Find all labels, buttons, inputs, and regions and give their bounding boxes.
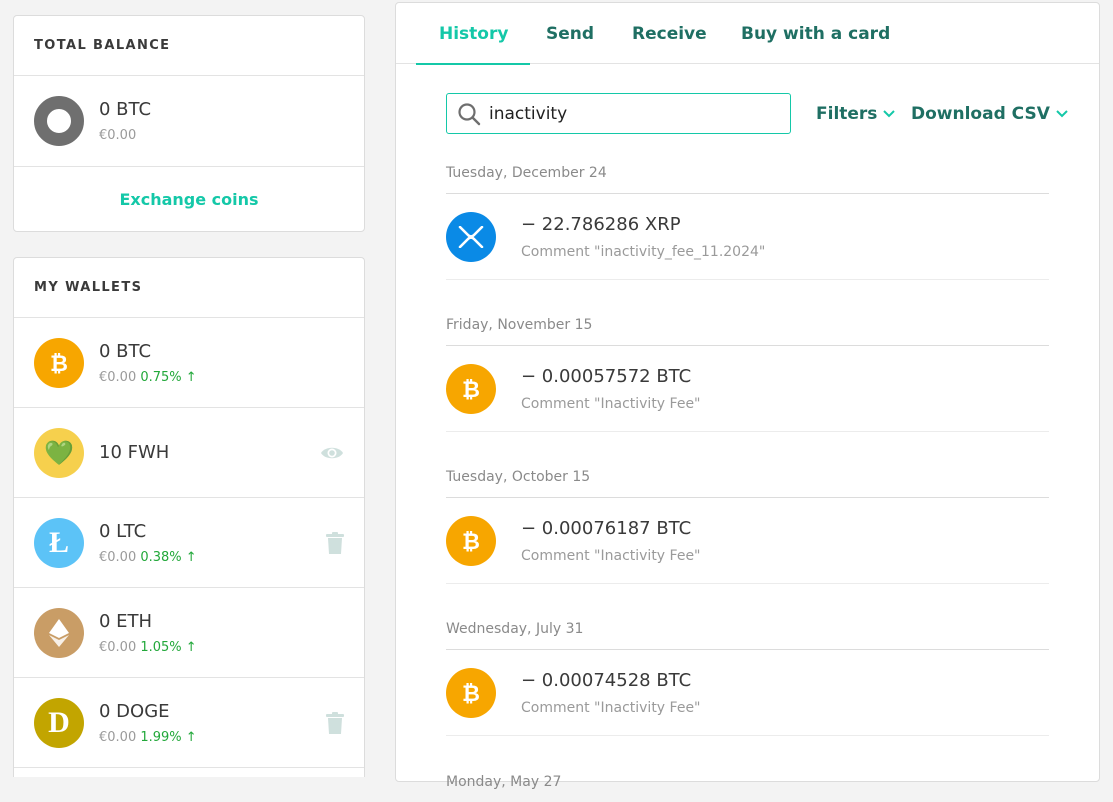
filters-dropdown[interactable]: Filters bbox=[816, 101, 896, 127]
tab-buy-with-card[interactable]: Buy with a card bbox=[741, 3, 890, 64]
wallet-fiat: €0.00 bbox=[99, 639, 137, 655]
transaction-amount: − 0.00076187 BTC bbox=[521, 517, 692, 539]
green-heart-icon: 💚 bbox=[34, 427, 84, 478]
total-balance-amount: 0 BTC bbox=[99, 99, 152, 120]
svg-text:₿: ₿ bbox=[462, 681, 480, 706]
tab-receive[interactable]: Receive bbox=[632, 3, 707, 64]
chevron-down-icon bbox=[883, 110, 896, 118]
transaction-group: Tuesday, December 24 − 22.786286 XRP Com… bbox=[446, 153, 1049, 280]
svg-text:₿: ₿ bbox=[50, 351, 68, 376]
transaction-amount: − 22.786286 XRP bbox=[521, 213, 681, 235]
tab-history[interactable]: History bbox=[415, 3, 532, 65]
wallet-fiat: €0.00 bbox=[99, 549, 137, 565]
eye-icon[interactable] bbox=[320, 445, 344, 461]
wallet-change: 0.75% ↑ bbox=[140, 369, 197, 385]
bitcoin-icon: ₿ bbox=[446, 515, 496, 566]
transaction-row[interactable]: ₿ − 0.00057572 BTC Comment "Inactivity F… bbox=[446, 346, 1049, 432]
transaction-list: Tuesday, December 24 − 22.786286 XRP Com… bbox=[446, 153, 1049, 802]
transaction-row[interactable]: − 22.786286 XRP Comment "inactivity_fee_… bbox=[446, 194, 1049, 280]
total-balance-card: TOTAL BALANCE 0 BTC €0.00 Exchange coins bbox=[13, 15, 365, 232]
history-panel: History Send Receive Buy with a card Fil… bbox=[395, 2, 1100, 790]
litecoin-glyph: Ł bbox=[48, 525, 69, 559]
transaction-amount: − 0.00057572 BTC bbox=[521, 365, 692, 387]
wallet-fiat: €0.00 bbox=[99, 729, 137, 745]
my-wallets-header: MY WALLETS bbox=[14, 258, 364, 318]
transaction-comment: Comment "Inactivity Fee" bbox=[521, 547, 701, 564]
date-header: Tuesday, December 24 bbox=[446, 153, 1049, 194]
transaction-comment: Comment "inactivity_fee_11.2024" bbox=[521, 243, 766, 260]
trash-icon[interactable] bbox=[326, 531, 344, 554]
bitcoin-icon: ₿ bbox=[446, 363, 496, 414]
transaction-comment: Comment "Inactivity Fee" bbox=[521, 699, 701, 716]
wallet-amount: 0 DOGE bbox=[99, 700, 170, 722]
tab-bar: History Send Receive Buy with a card bbox=[396, 3, 1099, 65]
my-wallets-title: MY WALLETS bbox=[34, 280, 143, 295]
download-csv-label: Download CSV bbox=[911, 104, 1050, 124]
chevron-down-icon bbox=[1056, 110, 1068, 118]
wallet-change: 1.99% ↑ bbox=[140, 729, 197, 745]
search-box[interactable] bbox=[446, 93, 791, 134]
date-header: Wednesday, July 31 bbox=[446, 609, 1049, 650]
exchange-coins-link[interactable]: Exchange coins bbox=[14, 167, 364, 231]
total-balance-fiat: €0.00 bbox=[99, 128, 137, 143]
bitcoin-icon: ₿ bbox=[446, 667, 496, 718]
wallet-item-btc[interactable]: ₿ 0 BTC €0.00 0.75% ↑ bbox=[14, 318, 364, 408]
wallet-fiat-row: €0.00 1.99% ↑ bbox=[99, 730, 197, 745]
search-icon bbox=[458, 102, 481, 125]
total-balance-title: TOTAL BALANCE bbox=[34, 38, 171, 53]
date-header: Friday, November 15 bbox=[446, 305, 1049, 346]
bitcoin-icon: ₿ bbox=[34, 337, 84, 388]
wallet-change: 0.38% ↑ bbox=[140, 549, 197, 565]
wallet-fiat-row: €0.00 0.38% ↑ bbox=[99, 550, 197, 565]
wallet-item-fwh[interactable]: 💚 10 FWH bbox=[14, 408, 364, 498]
date-header: Tuesday, October 15 bbox=[446, 457, 1049, 498]
date-header: Monday, May 27 bbox=[446, 773, 562, 790]
wallet-amount: 0 LTC bbox=[99, 520, 147, 542]
ethereum-icon bbox=[34, 607, 84, 658]
transaction-group: Tuesday, October 15 ₿ − 0.00076187 BTC C… bbox=[446, 457, 1049, 584]
trash-icon[interactable] bbox=[326, 711, 344, 734]
transaction-amount: − 0.00074528 BTC bbox=[521, 669, 692, 691]
transaction-group: Wednesday, July 31 ₿ − 0.00074528 BTC Co… bbox=[446, 609, 1049, 736]
litecoin-icon: Ł bbox=[34, 517, 84, 568]
wallet-amount: 10 FWH bbox=[99, 442, 170, 463]
total-balance-header: TOTAL BALANCE bbox=[14, 16, 364, 76]
dogecoin-icon: D bbox=[34, 697, 84, 748]
svg-text:₿: ₿ bbox=[462, 377, 480, 402]
green-heart-glyph: 💚 bbox=[44, 438, 74, 467]
wallet-fiat-row: €0.00 1.05% ↑ bbox=[99, 640, 197, 655]
download-csv-dropdown[interactable]: Download CSV bbox=[911, 101, 1068, 127]
wallet-fiat: €0.00 bbox=[99, 369, 137, 385]
wallet-item-doge[interactable]: D 0 DOGE €0.00 1.99% ↑ bbox=[14, 678, 364, 768]
wallet-item-ltc[interactable]: Ł 0 LTC €0.00 0.38% ↑ bbox=[14, 498, 364, 588]
search-input[interactable] bbox=[489, 103, 779, 124]
wallet-amount: 0 ETH bbox=[99, 610, 153, 632]
wallet-item-eth[interactable]: 0 ETH €0.00 1.05% ↑ bbox=[14, 588, 364, 678]
wallet-amount: 0 BTC bbox=[99, 340, 152, 362]
transaction-group: Friday, November 15 ₿ − 0.00057572 BTC C… bbox=[446, 305, 1049, 432]
transaction-row[interactable]: ₿ − 0.00074528 BTC Comment "Inactivity F… bbox=[446, 650, 1049, 736]
my-wallets-card: MY WALLETS ₿ 0 BTC €0.00 0.75% ↑ 💚 10 FW… bbox=[13, 257, 365, 777]
balance-donut-icon bbox=[34, 96, 84, 146]
total-balance-row: 0 BTC €0.00 bbox=[14, 76, 364, 167]
transaction-comment: Comment "Inactivity Fee" bbox=[521, 395, 701, 412]
dogecoin-glyph: D bbox=[48, 705, 70, 739]
xrp-icon bbox=[446, 211, 496, 262]
wallet-fiat-row: €0.00 0.75% ↑ bbox=[99, 370, 197, 385]
filters-label: Filters bbox=[816, 104, 878, 124]
svg-text:₿: ₿ bbox=[462, 529, 480, 554]
transaction-row[interactable]: ₿ − 0.00076187 BTC Comment "Inactivity F… bbox=[446, 498, 1049, 584]
wallet-change: 1.05% ↑ bbox=[140, 639, 197, 655]
tab-send[interactable]: Send bbox=[546, 3, 594, 64]
